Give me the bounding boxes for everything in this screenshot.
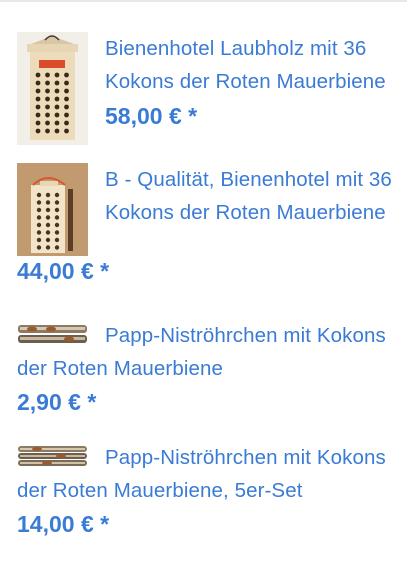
product-price: 14,00 € *: [17, 511, 110, 537]
product-price: 44,00 € *: [17, 258, 110, 284]
product-item[interactable]: Papp-Niströhrchen mit Kokons der Roten M…: [17, 441, 402, 539]
product-price: 58,00 € *: [105, 103, 198, 129]
nesting-tube-icon[interactable]: [17, 323, 88, 345]
product-item[interactable]: Papp-Niströhrchen mit Kokons der Roten M…: [17, 319, 402, 417]
product-item[interactable]: B - Qualität, Bienenhotel mit 36 Kokons …: [17, 163, 402, 286]
product-item[interactable]: Bienenhotel Laubholz mit 36 Kokons der R…: [17, 32, 402, 145]
bee-hotel-b-quality-icon[interactable]: [17, 163, 88, 256]
nesting-tubes-set-icon[interactable]: [17, 445, 88, 467]
bee-hotel-light-wood-icon[interactable]: [17, 32, 88, 145]
top-divider: [0, 0, 407, 2]
product-price: 2,90 € *: [17, 389, 97, 415]
product-title-link[interactable]: B - Qualität, Bienenhotel mit 36 Kokons …: [105, 168, 392, 224]
